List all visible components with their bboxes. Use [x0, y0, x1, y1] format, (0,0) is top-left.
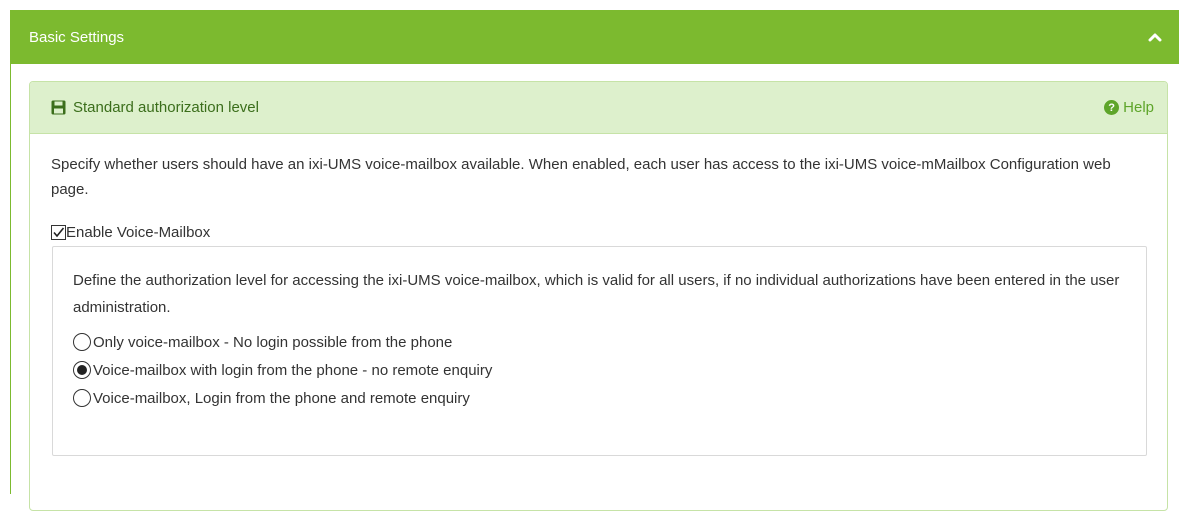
authorization-section: Standard authorization level ? Help Spec… — [29, 81, 1168, 511]
enable-voice-mailbox-checkbox[interactable] — [51, 224, 66, 240]
section-description: Specify whether users should have an ixi… — [51, 156, 1111, 198]
chevron-up-icon[interactable] — [1145, 27, 1165, 47]
radio-label: Voice-mailbox with login from the phone … — [93, 361, 493, 379]
help-link[interactable]: ? Help — [1104, 99, 1154, 116]
section-title-wrap: Standard authorization level — [51, 99, 259, 116]
radio-label: Voice-mailbox, Login from the phone and … — [93, 389, 470, 407]
authorization-radio-group: Only voice-mailbox - No login possible f… — [73, 328, 1126, 412]
section-title: Standard authorization level — [73, 99, 259, 116]
enable-voice-mailbox-label: Enable Voice-Mailbox — [66, 223, 211, 241]
help-label: Help — [1123, 99, 1154, 116]
panel-title: Basic Settings — [29, 28, 125, 46]
question-circle-icon: ? — [1104, 100, 1120, 115]
panel-body: Standard authorization level ? Help Spec… — [11, 64, 1179, 511]
radio-button[interactable] — [73, 333, 91, 351]
basic-settings-panel: Basic Settings Standard authorization le… — [10, 10, 1179, 511]
radio-button-selected[interactable] — [73, 361, 91, 379]
authorization-options-box: Define the authorization level for acces… — [52, 246, 1147, 456]
radio-button[interactable] — [73, 389, 91, 407]
radio-label: Only voice-mailbox - No login possible f… — [93, 333, 453, 351]
authorization-section-body: Specify whether users should have an ixi… — [30, 134, 1167, 456]
radio-option-voice-mailbox-only[interactable]: Only voice-mailbox - No login possible f… — [73, 328, 1126, 356]
authorization-description: Define the authorization level for acces… — [73, 272, 1120, 316]
radio-dot — [77, 365, 87, 375]
save-icon — [51, 100, 66, 115]
radio-option-login-no-remote[interactable]: Voice-mailbox with login from the phone … — [73, 356, 1126, 384]
enable-voice-mailbox-row[interactable]: Enable Voice-Mailbox — [51, 221, 1147, 243]
authorization-section-header: Standard authorization level ? Help — [30, 82, 1167, 134]
basic-settings-header[interactable]: Basic Settings — [11, 10, 1179, 64]
radio-option-login-and-remote[interactable]: Voice-mailbox, Login from the phone and … — [73, 384, 1126, 412]
